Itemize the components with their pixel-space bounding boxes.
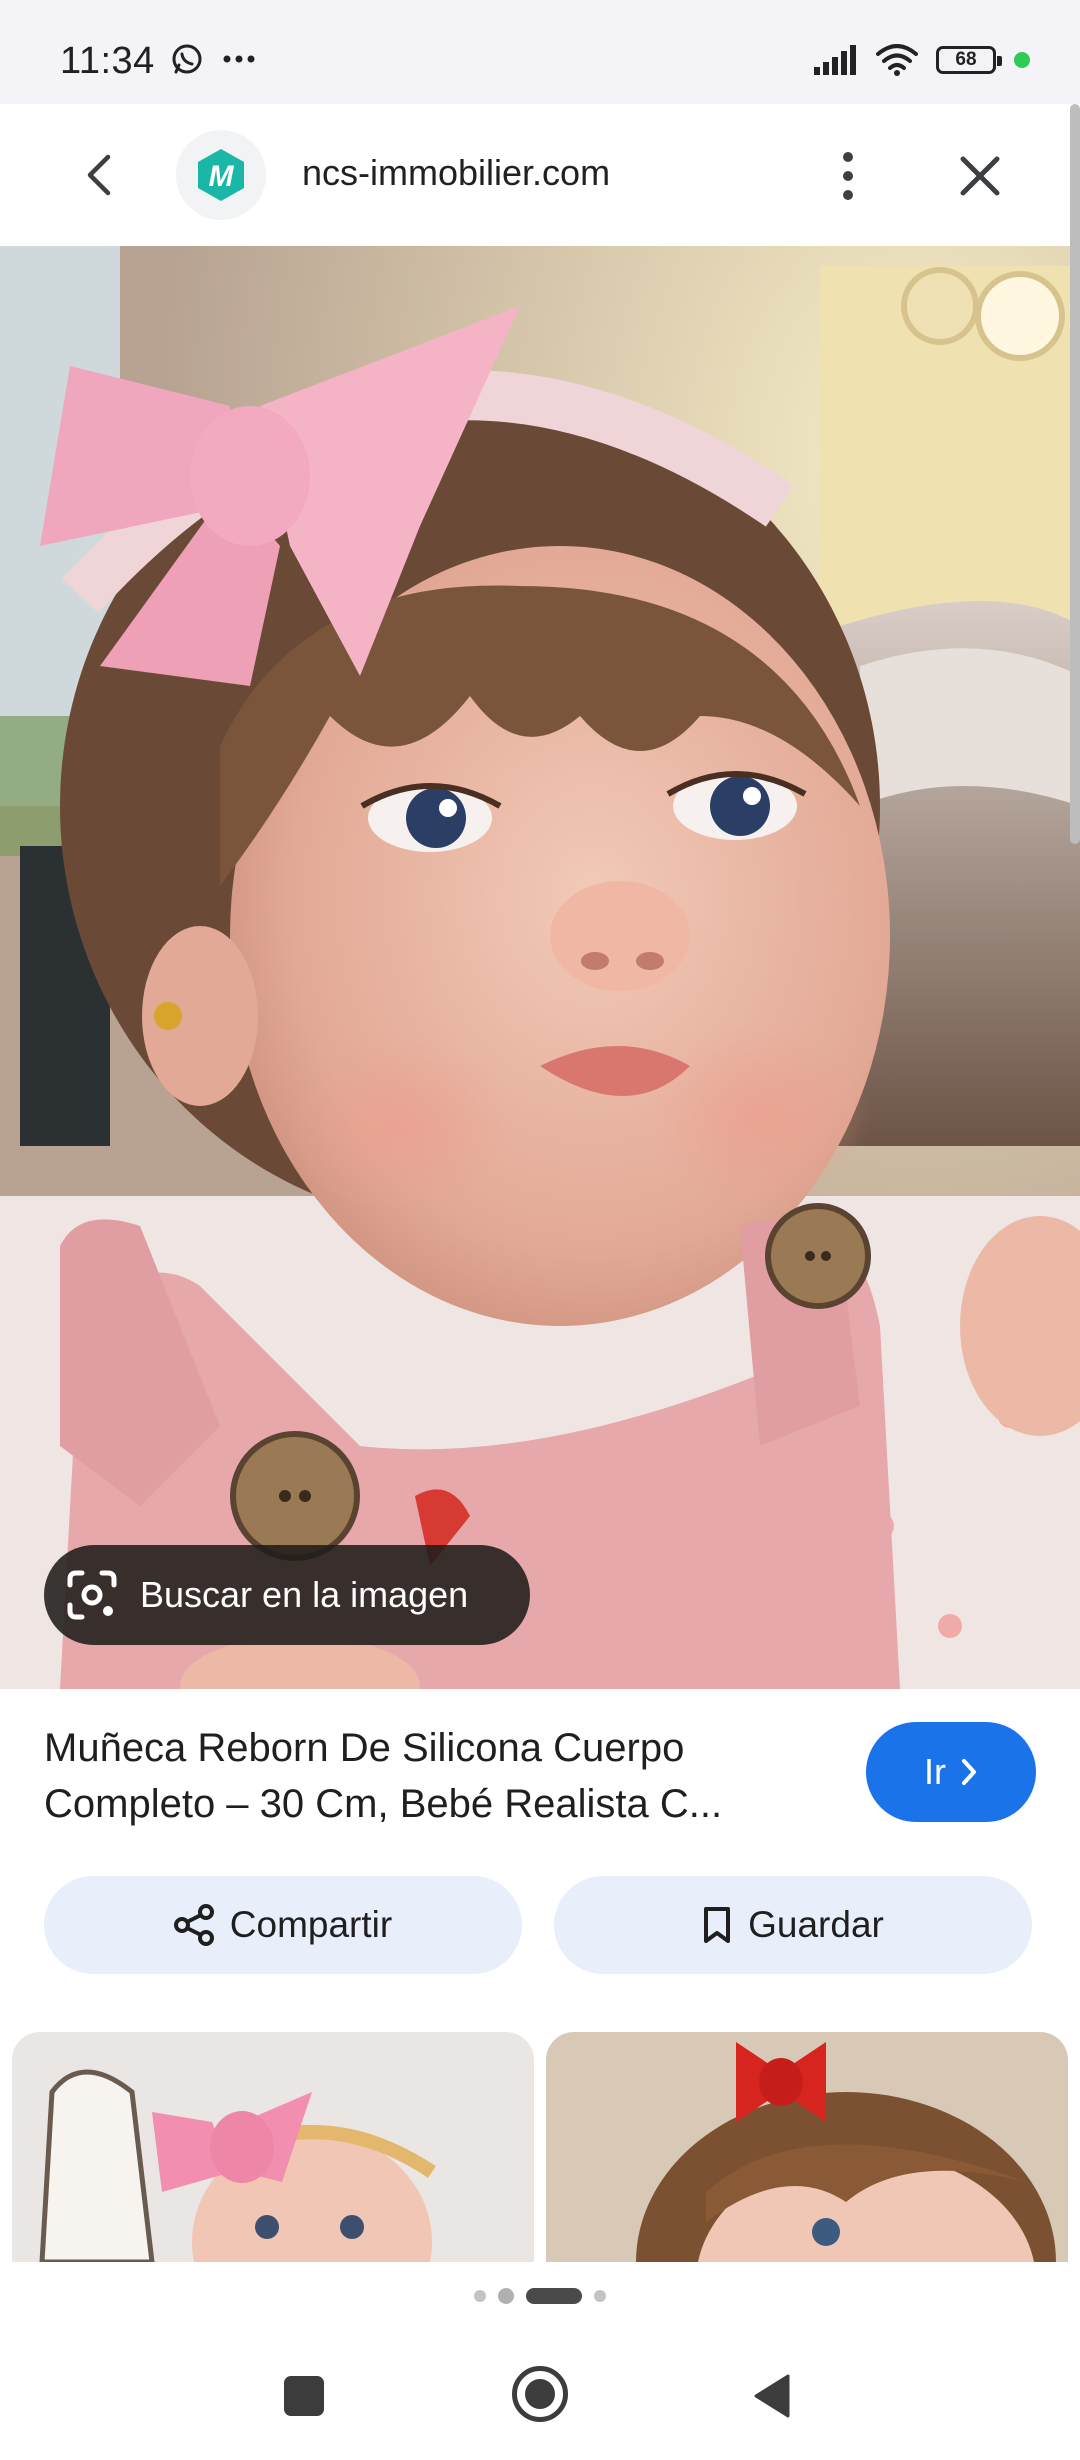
share-label: Compartir: [229, 1904, 393, 1945]
doll-photo: [0, 246, 1080, 1689]
save-button[interactable]: Guardar: [554, 1876, 1032, 1974]
site-favicon: M: [176, 130, 266, 220]
close-button[interactable]: [950, 146, 1010, 206]
home-icon: [525, 2379, 555, 2409]
status-time: 11:34: [60, 40, 155, 82]
result-title[interactable]: Muñeca Reborn De Silicona Cuerpo Complet…: [44, 1720, 844, 1832]
svg-text:M: M: [209, 160, 235, 193]
system-nav-bar: [0, 2320, 1080, 2460]
status-left-icons: [170, 42, 256, 76]
battery-icon: 68: [936, 46, 1002, 74]
share-icon: [173, 1904, 214, 1946]
chevron-right-icon: [962, 1759, 976, 1785]
more-vertical-icon: [843, 152, 853, 200]
back-button[interactable]: [72, 148, 126, 202]
more-options-button[interactable]: [826, 146, 870, 206]
search-in-image-label: Buscar en la imagen: [140, 1574, 469, 1615]
battery-level: 68: [955, 49, 977, 70]
whatsapp-icon: [172, 44, 202, 74]
page-dot-4: [594, 2290, 606, 2302]
nav-back-button[interactable]: [752, 2374, 792, 2418]
save-label: Guardar: [748, 1904, 884, 1945]
site-domain[interactable]: ncs-immobilier.com: [302, 152, 610, 194]
browser-header: M ncs-immobilier.com: [0, 104, 1080, 246]
bookmark-icon: [704, 1907, 731, 1943]
go-label: Ir: [924, 1751, 946, 1792]
related-image-1-photo: [12, 2032, 534, 2262]
lens-icon: [67, 1570, 117, 1620]
home-button[interactable]: [512, 2366, 568, 2422]
related-image-1[interactable]: [12, 2032, 534, 2262]
site-logo-icon: M: [198, 149, 244, 201]
wifi-icon: [876, 44, 918, 76]
status-bar: 11:34 68: [0, 0, 1080, 104]
page-dot-active: [526, 2288, 582, 2304]
page-dot-1: [474, 2290, 486, 2302]
share-button[interactable]: Compartir: [44, 1876, 522, 1974]
main-image[interactable]: [0, 246, 1080, 1689]
go-to-site-button[interactable]: Ir: [866, 1722, 1036, 1822]
search-in-image-button[interactable]: Buscar en la imagen: [44, 1545, 530, 1645]
related-image-2-photo: [546, 2032, 1068, 2262]
close-icon: [960, 156, 1000, 196]
page-scrollbar[interactable]: [1070, 104, 1080, 844]
page-indicator: [0, 2286, 1080, 2306]
privacy-indicator-dot: [1014, 52, 1030, 68]
related-image-2[interactable]: [546, 2032, 1068, 2262]
recents-button[interactable]: [284, 2376, 324, 2416]
more-notifications-icon: [223, 55, 255, 63]
signal-icon: [814, 45, 856, 75]
chevron-left-icon: [87, 154, 111, 196]
page-dot-2: [498, 2288, 514, 2304]
status-right-icons: 68: [814, 44, 1030, 76]
